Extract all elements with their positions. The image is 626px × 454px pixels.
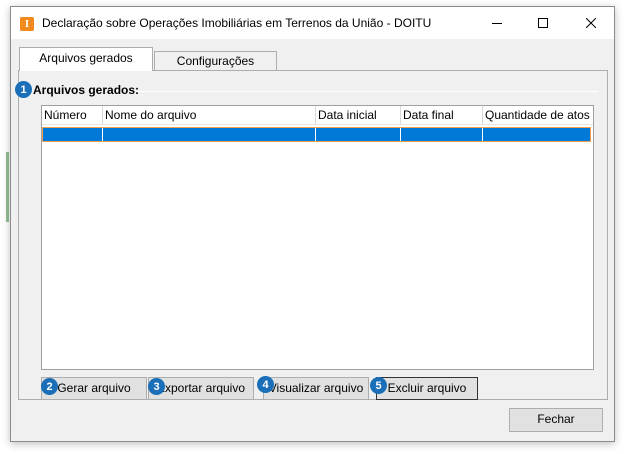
group-title: Arquivos gerados: bbox=[33, 83, 140, 97]
column-header-data-final[interactable]: Data final bbox=[401, 106, 483, 125]
close-icon bbox=[586, 18, 596, 28]
column-header-quantidade-atos[interactable]: Quantidade de atos bbox=[483, 106, 593, 125]
column-header-numero[interactable]: Número bbox=[42, 106, 103, 125]
step-badge-3: 3 bbox=[148, 378, 165, 395]
minimize-button[interactable] bbox=[474, 7, 520, 39]
fechar-button[interactable]: Fechar bbox=[509, 408, 603, 432]
app-icon-letter: I bbox=[24, 18, 30, 30]
tab-panel-arquivos: 1 Arquivos gerados: Número Nome do arqui… bbox=[15, 70, 608, 400]
step-badge-1: 1 bbox=[15, 81, 32, 98]
title-bar[interactable]: I Declaração sobre Operações Imobiliária… bbox=[11, 7, 614, 39]
table-cell-nome-arquivo bbox=[103, 128, 316, 141]
table-cell-quantidade-atos bbox=[483, 128, 590, 141]
step-badge-5: 5 bbox=[370, 377, 387, 394]
excluir-arquivo-button[interactable]: Excluir arquivo bbox=[376, 377, 478, 400]
maximize-icon bbox=[538, 18, 548, 28]
column-header-nome-arquivo[interactable]: Nome do arquivo bbox=[103, 106, 316, 125]
tab-arquivos-gerados[interactable]: Arquivos gerados bbox=[19, 47, 153, 71]
group-divider bbox=[136, 91, 598, 92]
minimize-icon bbox=[492, 23, 502, 24]
column-header-data-inicial[interactable]: Data inicial bbox=[316, 106, 401, 125]
close-button[interactable] bbox=[568, 7, 614, 39]
maximize-button[interactable] bbox=[520, 7, 566, 39]
files-table[interactable]: Número Nome do arquivo Data inicial Data… bbox=[41, 105, 594, 370]
table-row[interactable] bbox=[42, 127, 591, 142]
visualizar-arquivo-button[interactable]: Visualizar arquivo bbox=[263, 377, 369, 400]
desktop-edge bbox=[0, 0, 10, 454]
table-header: Número Nome do arquivo Data inicial Data… bbox=[42, 106, 593, 125]
tab-configuracoes[interactable]: Configurações bbox=[154, 51, 277, 71]
table-cell-data-inicial bbox=[316, 128, 401, 141]
dialog-window: I Declaração sobre Operações Imobiliária… bbox=[10, 6, 615, 442]
desktop-edge-accent bbox=[6, 152, 9, 222]
table-cell-data-final bbox=[401, 128, 483, 141]
window-title: Declaração sobre Operações Imobiliárias … bbox=[42, 16, 432, 30]
app-icon: I bbox=[20, 17, 34, 31]
step-badge-2: 2 bbox=[41, 378, 58, 395]
step-badge-4: 4 bbox=[257, 376, 274, 393]
table-cell-numero bbox=[43, 128, 103, 141]
